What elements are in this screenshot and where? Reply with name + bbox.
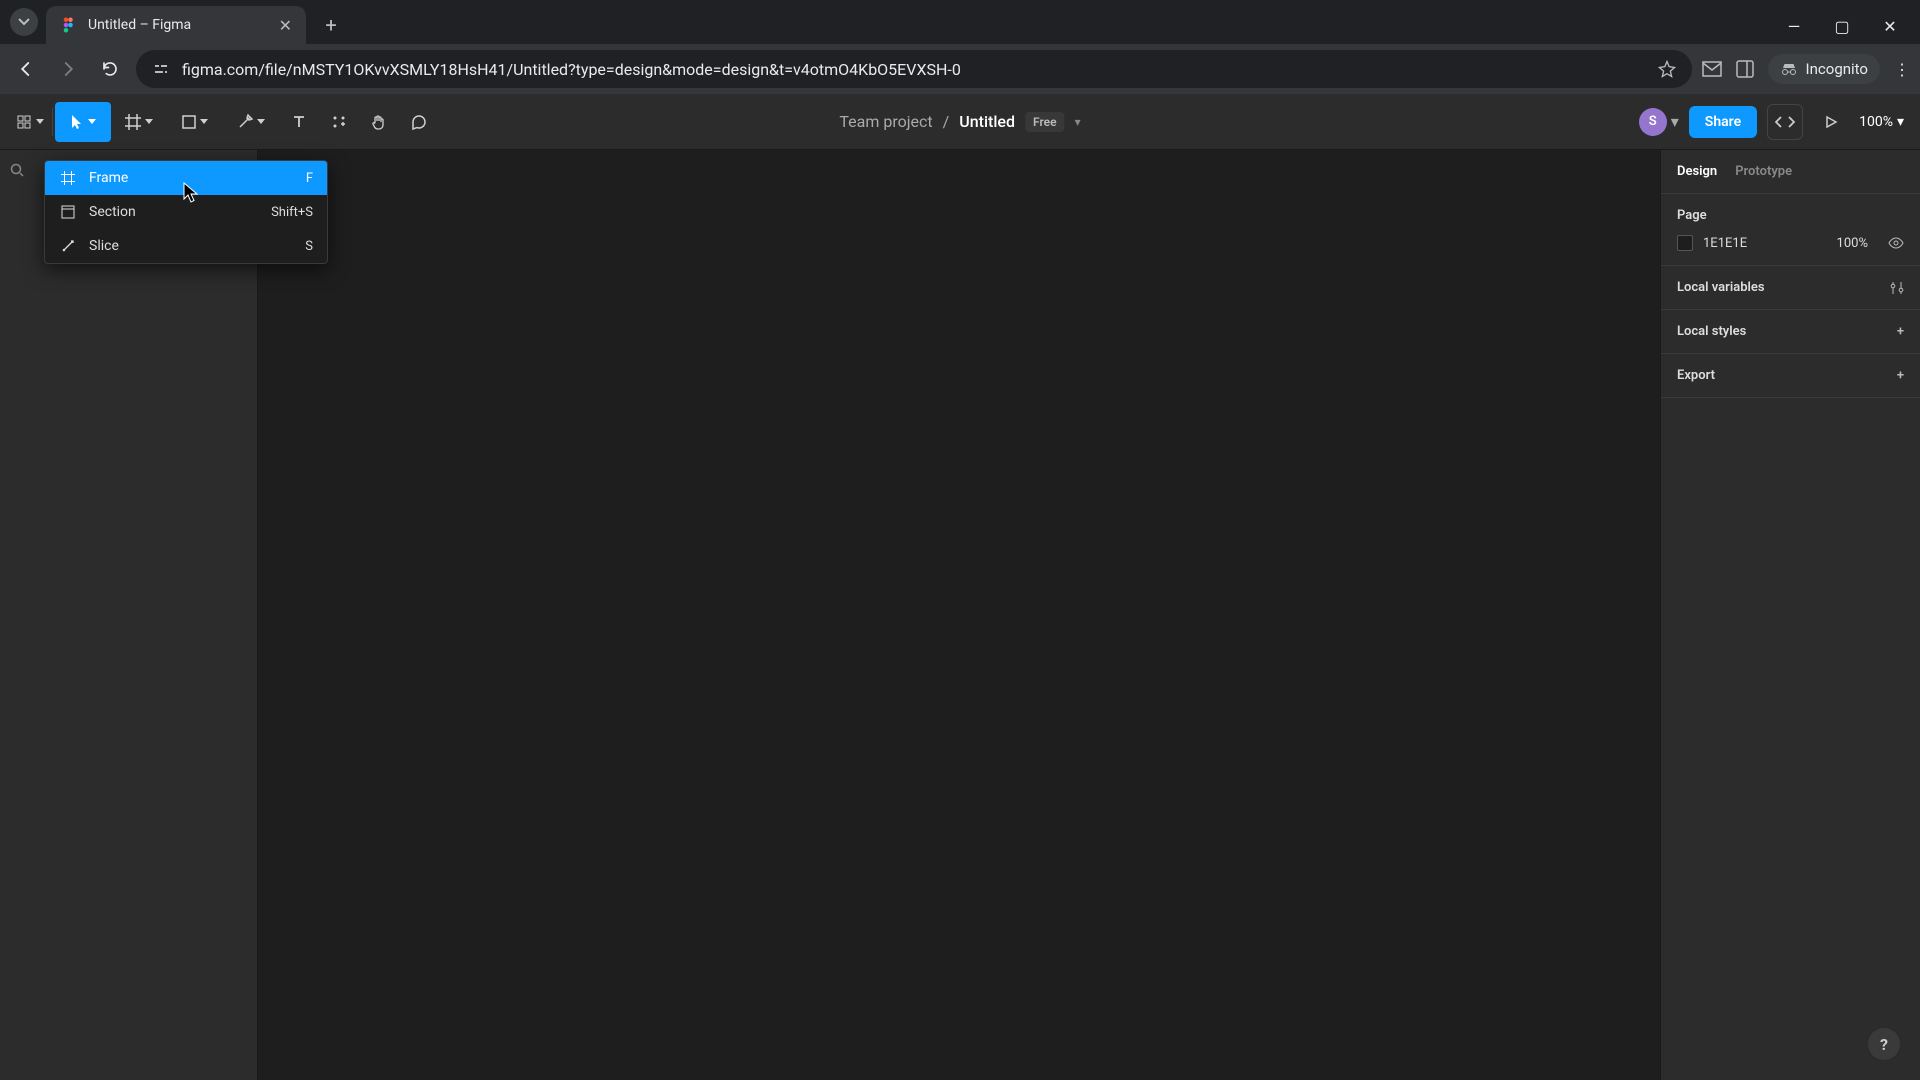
shape-tool-button[interactable]: [167, 102, 223, 142]
hand-tool-button[interactable]: [359, 102, 399, 142]
tab-title: Untitled – Figma: [88, 17, 191, 33]
dev-mode-button[interactable]: [1767, 104, 1803, 140]
tab-search-button[interactable]: [10, 8, 38, 36]
page-color-swatch[interactable]: [1677, 235, 1693, 251]
figma-toolbar: Team project / Untitled Free ▾ S ▾ Share…: [0, 94, 1920, 150]
plan-badge: Free: [1025, 112, 1065, 132]
left-panel: Frame F Section Shift+S Slice S: [0, 150, 258, 1080]
back-button[interactable]: [10, 53, 42, 85]
site-settings-icon[interactable]: [152, 60, 170, 78]
avatar: S: [1639, 108, 1667, 136]
local-variables-label: Local variables: [1677, 280, 1765, 295]
dropdown-shortcut: F: [306, 171, 313, 186]
zoom-dropdown[interactable]: 100%▾: [1859, 114, 1910, 130]
nav-right: Incognito ⋮: [1702, 54, 1910, 84]
share-button[interactable]: Share: [1689, 106, 1757, 138]
new-tab-button[interactable]: +: [316, 10, 346, 40]
incognito-badge[interactable]: Incognito: [1768, 54, 1880, 84]
minimize-icon[interactable]: —: [1784, 17, 1804, 36]
url-text: figma.com/file/nMSTY1OKvvXSMLY18HsH41/Un…: [182, 60, 961, 79]
browser-chrome: Untitled – Figma ✕ + — ▢ ✕ figma.com/fil…: [0, 0, 1920, 94]
mouse-cursor: [182, 182, 200, 204]
close-tab-icon[interactable]: ✕: [279, 16, 292, 35]
dropdown-item-slice[interactable]: Slice S: [45, 229, 327, 263]
search-icon: [10, 163, 24, 177]
frame-tool-dropdown: Frame F Section Shift+S Slice S: [44, 160, 328, 264]
dropdown-shortcut: Shift+S: [271, 205, 313, 220]
chevron-down-icon: ▾: [1897, 114, 1904, 130]
breadcrumb[interactable]: Team project / Untitled Free ▾: [839, 112, 1080, 132]
plus-icon[interactable]: +: [1897, 368, 1904, 383]
page-section: Page 1E1E1E 100%: [1661, 194, 1920, 266]
close-window-icon[interactable]: ✕: [1880, 17, 1900, 36]
incognito-icon: [1780, 62, 1798, 76]
page-color-hex[interactable]: 1E1E1E: [1703, 236, 1827, 251]
window-controls: — ▢ ✕: [1784, 17, 1920, 36]
plus-icon[interactable]: +: [1897, 324, 1904, 339]
settings-icon[interactable]: [1890, 281, 1904, 295]
section-icon: [59, 203, 77, 221]
slice-icon: [59, 237, 77, 255]
nav-bar: figma.com/file/nMSTY1OKvvXSMLY18HsH41/Un…: [0, 44, 1920, 94]
present-button[interactable]: [1813, 104, 1849, 140]
right-panel-tabs: Design Prototype: [1661, 150, 1920, 194]
pen-tool-button[interactable]: [223, 102, 279, 142]
page-label: Page: [1677, 208, 1904, 223]
dropdown-shortcut: S: [305, 239, 313, 254]
forward-button[interactable]: [52, 53, 84, 85]
figma-app: Team project / Untitled Free ▾ S ▾ Share…: [0, 94, 1920, 1080]
export-section[interactable]: Export +: [1661, 354, 1920, 398]
separator: [52, 108, 53, 136]
local-variables-section[interactable]: Local variables: [1661, 266, 1920, 310]
incognito-label: Incognito: [1806, 60, 1868, 78]
breadcrumb-file: Untitled: [959, 112, 1015, 131]
figma-body: Frame F Section Shift+S Slice S Design: [0, 150, 1920, 1080]
visibility-icon[interactable]: [1888, 237, 1904, 249]
breadcrumb-project: Team project: [839, 112, 932, 131]
move-tool-button[interactable]: [55, 102, 111, 142]
main-menu-button[interactable]: [10, 102, 50, 142]
page-opacity[interactable]: 100%: [1837, 236, 1868, 251]
tab-design[interactable]: Design: [1677, 164, 1717, 179]
side-panel-icon[interactable]: [1736, 60, 1754, 78]
breadcrumb-separator: /: [943, 112, 950, 131]
gmail-icon[interactable]: [1702, 61, 1722, 77]
tab-prototype[interactable]: Prototype: [1735, 164, 1792, 179]
frame-icon: [59, 169, 77, 187]
local-styles-label: Local styles: [1677, 324, 1746, 339]
canvas[interactable]: [258, 150, 1660, 1080]
url-bar[interactable]: figma.com/file/nMSTY1OKvvXSMLY18HsH41/Un…: [136, 50, 1692, 88]
tab-strip: Untitled – Figma ✕ + — ▢ ✕: [0, 0, 1920, 44]
chevron-down-icon[interactable]: ▾: [1075, 115, 1081, 129]
local-styles-section[interactable]: Local styles +: [1661, 310, 1920, 354]
right-panel: Design Prototype Page 1E1E1E 100% Local …: [1660, 150, 1920, 1080]
zoom-value: 100%: [1859, 114, 1893, 130]
export-label: Export: [1677, 368, 1715, 383]
comment-tool-button[interactable]: [399, 102, 439, 142]
maximize-icon[interactable]: ▢: [1832, 17, 1852, 36]
dropdown-label: Frame: [89, 170, 128, 186]
browser-tab[interactable]: Untitled – Figma ✕: [46, 6, 306, 44]
browser-menu-icon[interactable]: ⋮: [1894, 60, 1910, 79]
figma-favicon-icon: [60, 16, 78, 34]
dropdown-label: Slice: [89, 238, 119, 254]
resources-button[interactable]: [319, 102, 359, 142]
bookmark-icon[interactable]: [1658, 60, 1676, 78]
frame-tool-button[interactable]: [111, 102, 167, 142]
reload-button[interactable]: [94, 53, 126, 85]
user-menu[interactable]: S ▾: [1639, 108, 1679, 136]
dropdown-label: Section: [89, 204, 136, 220]
chevron-down-icon: ▾: [1671, 112, 1679, 131]
help-button[interactable]: ?: [1868, 1028, 1900, 1060]
text-tool-button[interactable]: [279, 102, 319, 142]
